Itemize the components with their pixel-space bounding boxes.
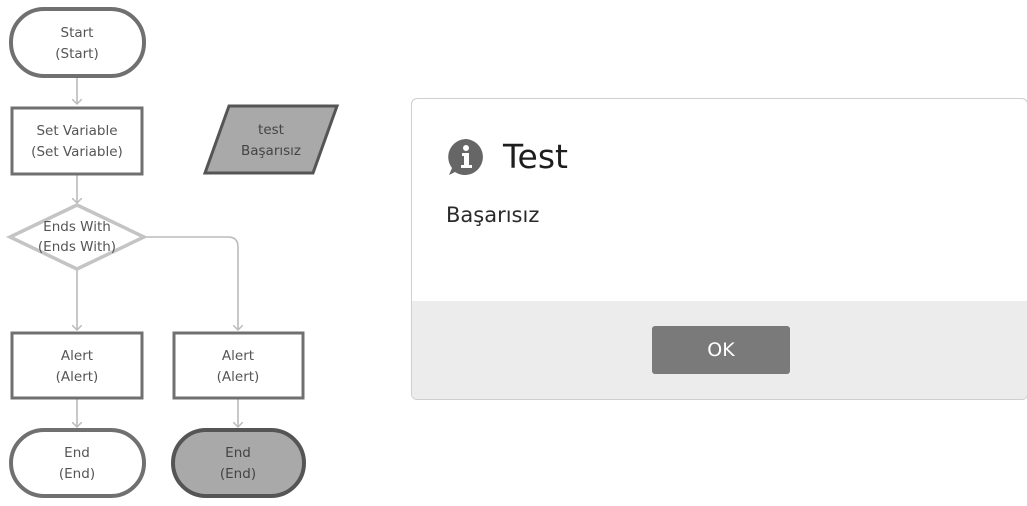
set-variable-node[interactable]: Set Variable (Set Variable) (10, 106, 144, 176)
ends-with-label: Ends With (43, 219, 111, 235)
alert-right-sublabel: (Alert) (217, 369, 260, 385)
end-right-label: End (225, 445, 251, 461)
alert-dialog: Test Başarısız OK (411, 98, 1027, 400)
start-node[interactable]: Start (Start) (9, 7, 146, 78)
dialog-title: Test (503, 137, 568, 176)
set-variable-sublabel: (Set Variable) (31, 144, 123, 160)
set-variable-label: Set Variable (36, 123, 117, 139)
end-right-sublabel: (End) (220, 466, 256, 482)
start-node-label: Start (61, 25, 94, 41)
ends-with-sublabel: (Ends With) (38, 239, 116, 255)
end-node-right[interactable]: End (End) (171, 428, 306, 498)
dialog-message: Başarısız (446, 203, 540, 227)
end-node-left[interactable]: End (End) (9, 428, 146, 498)
output-node-label: test (258, 122, 284, 138)
alert-right-label: Alert (222, 348, 254, 364)
output-node[interactable]: test Başarısız (202, 104, 340, 175)
start-node-sublabel: (Start) (55, 46, 99, 62)
alert-left-label: Alert (61, 348, 93, 364)
flowchart: Start (Start) Set Variable (Set Variable… (5, 7, 340, 498)
dialog-header: Test (446, 137, 568, 177)
end-left-sublabel: (End) (59, 466, 95, 482)
ok-button[interactable]: OK (652, 326, 790, 374)
alert-node-left[interactable]: Alert (Alert) (10, 331, 144, 400)
info-icon (446, 137, 486, 177)
ends-with-decision[interactable]: Ends With (Ends With) (5, 203, 149, 271)
alert-left-sublabel: (Alert) (56, 369, 99, 385)
output-node-sublabel: Başarısız (241, 143, 301, 159)
dialog-footer: OK (412, 301, 1027, 399)
alert-node-right[interactable]: Alert (Alert) (172, 331, 305, 400)
end-left-label: End (64, 445, 90, 461)
connector-endswith-alert-right (144, 236, 238, 330)
